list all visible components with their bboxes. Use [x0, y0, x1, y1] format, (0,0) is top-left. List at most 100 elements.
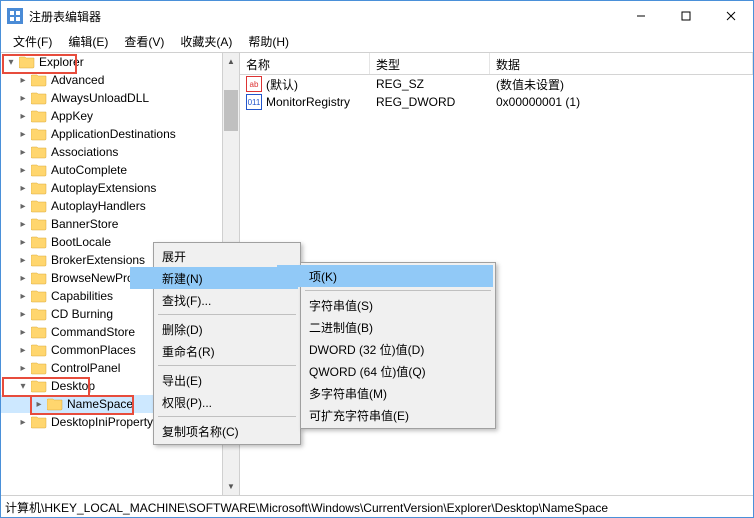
expand-icon[interactable]: ▸: [31, 399, 47, 410]
cm-find[interactable]: 查找(F)...: [130, 289, 298, 311]
tree-label: CommandStore: [51, 325, 135, 339]
tree-label: AppKey: [51, 109, 93, 123]
tree-label: AutoComplete: [51, 163, 127, 177]
cm-expand[interactable]: 展开: [130, 245, 298, 267]
expand-icon[interactable]: ▸: [15, 147, 31, 158]
folder-icon: [47, 397, 63, 411]
value-type: REG_SZ: [372, 77, 492, 91]
folder-icon: [31, 235, 47, 249]
expand-icon[interactable]: ▸: [15, 183, 31, 194]
menu-view[interactable]: 查看(V): [116, 31, 172, 52]
cm-new-key[interactable]: 项(K): [277, 265, 493, 287]
tree-label: ControlPanel: [51, 361, 120, 375]
scroll-down-button[interactable]: ▼: [223, 478, 239, 495]
expand-icon[interactable]: ▸: [15, 273, 31, 284]
tree-item[interactable]: ▸ Advanced: [1, 71, 239, 89]
list-row[interactable]: ab(默认)REG_SZ(数值未设置): [240, 75, 753, 93]
cm-separator: [158, 314, 296, 315]
folder-icon: [31, 127, 47, 141]
expand-icon[interactable]: ▸: [15, 291, 31, 302]
window-controls: [618, 1, 753, 31]
tree-item[interactable]: ▸ AppKey: [1, 107, 239, 125]
status-path: 计算机\HKEY_LOCAL_MACHINE\SOFTWARE\Microsof…: [5, 501, 608, 515]
expand-icon[interactable]: ▸: [15, 327, 31, 338]
folder-icon: [31, 307, 47, 321]
folder-icon: [31, 199, 47, 213]
folder-icon: [31, 181, 47, 195]
expand-icon[interactable]: ▸: [15, 75, 31, 86]
cm-export[interactable]: 导出(E): [130, 369, 298, 391]
menu-help[interactable]: 帮助(H): [240, 31, 297, 52]
menu-file[interactable]: 文件(F): [5, 31, 60, 52]
expand-icon[interactable]: ▸: [15, 219, 31, 230]
tree-label: Associations: [51, 145, 118, 159]
expand-icon[interactable]: ▸: [15, 255, 31, 266]
expand-icon[interactable]: ▸: [15, 309, 31, 320]
titlebar[interactable]: 注册表编辑器: [1, 1, 753, 31]
folder-icon: [31, 91, 47, 105]
expand-icon[interactable]: ▸: [15, 345, 31, 356]
folder-icon: [31, 271, 47, 285]
col-type[interactable]: 类型: [370, 53, 490, 74]
menu-favorites[interactable]: 收藏夹(A): [172, 31, 240, 52]
collapse-icon[interactable]: ▾: [3, 57, 19, 68]
minimize-button[interactable]: [618, 1, 663, 31]
collapse-icon[interactable]: ▾: [15, 381, 31, 392]
regedit-window: 注册表编辑器 文件(F) 编辑(E) 查看(V) 收藏夹(A) 帮助(H) ▾ E…: [0, 0, 754, 518]
maximize-button[interactable]: [663, 1, 708, 31]
tree-item[interactable]: ▸ AlwaysUnloadDLL: [1, 89, 239, 107]
tree-label: ApplicationDestinations: [51, 127, 176, 141]
value-name: (默认): [266, 76, 298, 93]
expand-icon[interactable]: ▸: [15, 111, 31, 122]
col-name[interactable]: 名称: [240, 53, 370, 74]
tree-label: BootLocale: [51, 235, 111, 249]
cm-new-multistring[interactable]: 多字符串值(M): [277, 382, 493, 404]
expand-icon[interactable]: ▸: [15, 93, 31, 104]
cm-new-string[interactable]: 字符串值(S): [277, 294, 493, 316]
col-data[interactable]: 数据: [490, 53, 753, 74]
tree-item[interactable]: ▸ ApplicationDestinations: [1, 125, 239, 143]
statusbar: 计算机\HKEY_LOCAL_MACHINE\SOFTWARE\Microsof…: [1, 495, 753, 517]
folder-icon: [31, 343, 47, 357]
tree-item[interactable]: ▸ AutoplayExtensions: [1, 179, 239, 197]
tree-item[interactable]: ▸AutoplayHandlers: [1, 197, 239, 215]
folder-icon: [31, 253, 47, 267]
context-menu-new: 项(K) 字符串值(S) 二进制值(B) DWORD (32 位)值(D) QW…: [300, 262, 496, 429]
menu-edit[interactable]: 编辑(E): [60, 31, 116, 52]
tree-label: Explorer: [39, 55, 84, 69]
scroll-up-button[interactable]: ▲: [223, 53, 239, 70]
cm-new-expandstring[interactable]: 可扩充字符串值(E): [277, 404, 493, 426]
tree-label: Advanced: [51, 73, 104, 87]
folder-icon: [19, 55, 35, 69]
expand-icon[interactable]: ▸: [15, 237, 31, 248]
value-type-icon: 011: [246, 94, 262, 110]
cm-delete[interactable]: 删除(D): [130, 318, 298, 340]
expand-icon[interactable]: ▸: [15, 201, 31, 212]
tree-label: CommonPlaces: [51, 343, 136, 357]
tree-item[interactable]: ▸ AutoComplete: [1, 161, 239, 179]
tree-label: Desktop: [51, 379, 95, 393]
folder-icon: [31, 379, 47, 393]
expand-icon[interactable]: ▸: [15, 417, 31, 428]
cm-copy-key-name[interactable]: 复制项名称(C): [130, 420, 298, 442]
expand-icon[interactable]: ▸: [15, 363, 31, 374]
cm-rename[interactable]: 重命名(R): [130, 340, 298, 362]
scroll-thumb[interactable]: [224, 90, 238, 131]
tree-item-explorer[interactable]: ▾ Explorer: [1, 53, 239, 71]
close-button[interactable]: [708, 1, 753, 31]
cm-new-qword[interactable]: QWORD (64 位)值(Q): [277, 360, 493, 382]
tree-item[interactable]: ▸ Associations: [1, 143, 239, 161]
tree-item[interactable]: ▸BannerStore: [1, 215, 239, 233]
cm-new-dword[interactable]: DWORD (32 位)值(D): [277, 338, 493, 360]
cm-permissions[interactable]: 权限(P)...: [130, 391, 298, 413]
expand-icon[interactable]: ▸: [15, 165, 31, 176]
cm-new-binary[interactable]: 二进制值(B): [277, 316, 493, 338]
list-row[interactable]: 011MonitorRegistryREG_DWORD0x00000001 (1…: [240, 93, 753, 111]
value-name: MonitorRegistry: [266, 95, 350, 109]
menubar: 文件(F) 编辑(E) 查看(V) 收藏夹(A) 帮助(H): [1, 31, 753, 53]
expand-icon[interactable]: ▸: [15, 129, 31, 140]
cm-new[interactable]: 新建(N)▶: [130, 267, 298, 289]
tree-label: AutoplayExtensions: [51, 181, 156, 195]
tree-label: AlwaysUnloadDLL: [51, 91, 149, 105]
list-body: ab(默认)REG_SZ(数值未设置)011MonitorRegistryREG…: [240, 75, 753, 111]
